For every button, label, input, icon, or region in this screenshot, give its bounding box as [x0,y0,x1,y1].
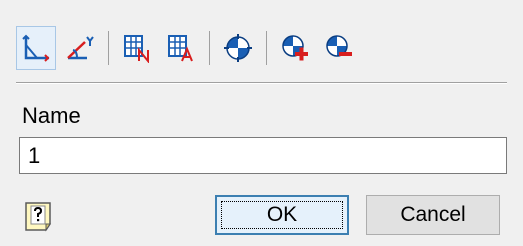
target-add-button[interactable] [275,26,315,70]
axes-button[interactable] [16,26,56,70]
help-button[interactable] [22,200,56,234]
toolbar-separator [108,31,109,65]
target-remove-icon [326,35,352,57]
divider [16,82,507,84]
toolbar [16,22,363,74]
target-button[interactable] [218,26,258,70]
toolbar-separator [209,31,210,65]
grid-angle-icon [168,35,193,62]
cancel-label: Cancel [400,203,466,226]
axes-rotate-icon [67,36,94,60]
name-label: Name [22,103,81,128]
axes-icon [22,34,50,62]
focus-rect [221,201,343,229]
help-icon [25,202,51,232]
axes-rotate-button[interactable] [60,26,100,70]
name-input[interactable] [19,137,507,174]
grid-name-icon [124,35,149,63]
toolbar-separator [266,31,267,65]
target-remove-button[interactable] [319,26,359,70]
cancel-button[interactable]: Cancel [366,195,500,235]
target-add-icon [282,35,308,61]
grid-angle-button[interactable] [161,26,201,70]
grid-name-button[interactable] [117,26,157,70]
target-icon [224,34,252,62]
ok-button[interactable]: OK [215,195,349,235]
